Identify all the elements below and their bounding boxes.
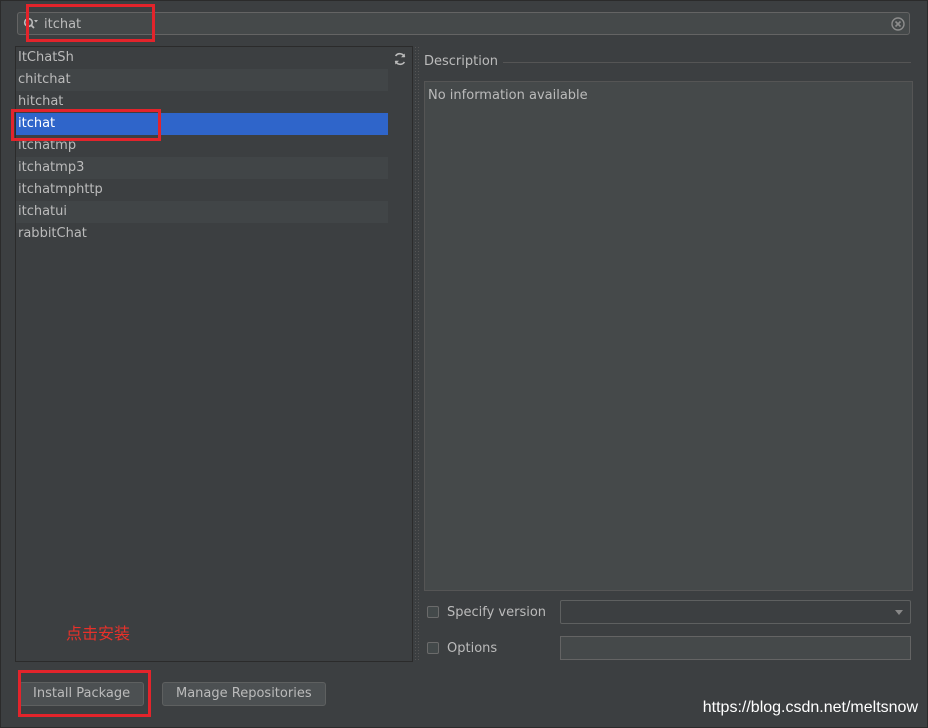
version-select[interactable] [560, 600, 911, 624]
list-item[interactable]: itchatmp3 [16, 157, 388, 179]
search-field[interactable] [17, 12, 910, 35]
search-input[interactable] [44, 15, 883, 33]
refresh-icon[interactable] [393, 52, 407, 66]
panel-splitter[interactable] [414, 46, 419, 662]
chevron-down-icon [895, 610, 903, 615]
list-item-selected[interactable]: itchat [16, 113, 388, 135]
list-item[interactable]: itchatui [16, 201, 388, 223]
list-item[interactable]: itchatmp [16, 135, 388, 157]
list-item[interactable]: itchatmphttp [16, 179, 388, 201]
clear-icon[interactable] [891, 17, 905, 31]
list-toolbar [388, 46, 413, 662]
list-item[interactable]: chitchat [16, 69, 388, 91]
package-list[interactable]: ItChatSh chitchat hitchat itchat itchatm… [15, 46, 388, 662]
list-item[interactable]: hitchat [16, 91, 388, 113]
manage-repositories-button[interactable]: Manage Repositories [162, 682, 326, 706]
description-separator [503, 62, 911, 63]
options-label: Options [447, 641, 498, 656]
install-package-button[interactable]: Install Package [19, 682, 145, 706]
list-item[interactable]: ItChatSh [16, 47, 388, 69]
description-label: Description [424, 54, 499, 69]
specify-version-checkbox[interactable] [427, 606, 439, 618]
list-item[interactable]: rabbitChat [16, 223, 388, 245]
options-checkbox[interactable] [427, 642, 439, 654]
description-text: No information available [428, 88, 588, 103]
options-input[interactable] [560, 636, 911, 660]
specify-version-label: Specify version [447, 605, 547, 620]
description-box: No information available [424, 81, 913, 591]
annotation-hint: 点击安装 [66, 624, 131, 643]
watermark: https://blog.csdn.net/meltsnow [702, 699, 918, 716]
search-icon[interactable] [23, 17, 39, 31]
